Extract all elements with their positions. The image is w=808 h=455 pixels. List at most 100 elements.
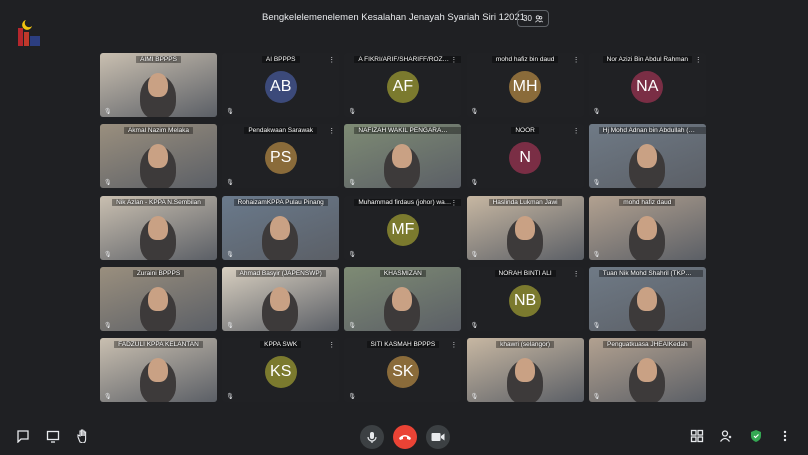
participant-name: Zuraini BPPPS	[100, 269, 217, 277]
more-options-button[interactable]	[774, 425, 796, 447]
participant-count: 30	[523, 14, 532, 23]
mic-muted-icon: 🎙︎	[104, 322, 112, 329]
hangup-icon	[399, 435, 411, 440]
participant-avatar: N	[509, 142, 542, 175]
more-vert-icon[interactable]: ⋮	[328, 341, 335, 349]
participant-count-badge[interactable]: 30	[517, 10, 549, 27]
participant-name: NOOR	[467, 127, 584, 135]
participant-name-text: Zuraini BPPPS	[132, 269, 185, 277]
participant-name-text: Hj Mohd Adnan bin Abdullah (JHEA...	[598, 127, 706, 135]
camera-button[interactable]	[426, 425, 450, 449]
chat-button[interactable]	[12, 425, 34, 447]
more-vert-icon[interactable]: ⋮	[450, 199, 457, 207]
participant-tile[interactable]: Nik Azlan - KPPA N.Sembilan 🎙︎	[100, 195, 217, 260]
mic-muted-icon: 🎙︎	[592, 322, 601, 329]
participant-tile[interactable]: Tuan Nik Mohd Shahril (TKPS JP 🎙︎	[588, 266, 706, 331]
participant-tile[interactable]: Haslinda Lukman Jawi 🎙︎	[466, 195, 584, 260]
participant-tile[interactable]: RohaizamKPPA Pulau Pinang 🎙︎	[222, 195, 340, 260]
participant-tile[interactable]: AB AI BPPPS ⋮ 🎙︎	[222, 53, 340, 117]
participant-tile[interactable]: FADZULI KPPA KELANTAN 🎙︎	[100, 338, 217, 403]
participant-avatar: KS	[264, 356, 297, 389]
participant-avatar: PS	[264, 142, 297, 175]
participant-avatar: AF	[386, 71, 419, 103]
mic-muted-icon: 🎙︎	[470, 322, 479, 329]
participant-tile[interactable]: KHASMIZAN 🎙︎	[344, 266, 462, 331]
participant-tile[interactable]: PS Pendakwaan Sarawak ⋮ 🎙︎	[222, 124, 340, 189]
participant-name-text: NAFIZAH WAKIL PENGARAH BPP...	[354, 127, 462, 135]
mic-muted-icon: 🎙︎	[348, 251, 357, 258]
participant-name: Penguatkuasa JHEAIKedah	[589, 341, 706, 349]
participant-name: AIMI BPPPS	[100, 56, 217, 63]
participant-tile[interactable]: NA Nor Azizi Bin Abdul Rahman ⋮ 🎙︎	[588, 53, 706, 117]
participant-name: Nor Azizi Bin Abdul Rahman	[589, 56, 706, 63]
participant-tile[interactable]: KS KPPA SWK ⋮ 🎙︎	[222, 338, 340, 403]
more-vert-icon[interactable]: ⋮	[328, 127, 335, 135]
participant-name: khawri (selangor)	[467, 341, 584, 349]
participant-name: Hj Mohd Adnan bin Abdullah (JHEA...	[589, 127, 706, 135]
shield-icon	[751, 430, 761, 442]
present-screen-icon	[46, 430, 60, 443]
mic-muted-icon: 🎙︎	[592, 394, 601, 401]
participant-tile[interactable]: Akmal Nazim Melaka 🎙︎	[100, 124, 217, 189]
participant-tile[interactable]: SK SITI KASMAH BPPPS ⋮ 🎙︎	[344, 338, 462, 403]
mic-muted-icon: 🎙︎	[104, 251, 112, 258]
participant-avatar: NB	[509, 284, 542, 317]
participant-name-text: SITI KASMAH BPPPS	[366, 341, 440, 349]
participant-tile[interactable]: N NOOR ⋮ 🎙︎	[466, 124, 584, 189]
participant-name-text: khawri (selangor)	[496, 341, 555, 349]
participant-tile[interactable]: Zuraini BPPPS 🎙︎	[100, 266, 217, 331]
mic-muted-icon: 🎙︎	[470, 109, 479, 115]
more-vert-icon[interactable]: ⋮	[450, 56, 457, 64]
mic-button[interactable]	[360, 425, 384, 449]
participant-avatar: MH	[509, 71, 542, 103]
participant-avatar: SK	[386, 356, 419, 389]
participant-tile[interactable]: MH mohd hafiz bin daud ⋮ 🎙︎	[466, 53, 584, 117]
participant-name: mohd hafiz bin daud	[467, 56, 584, 63]
participant-name: Ahmad Basyir (JAPENSWP)	[222, 269, 339, 277]
participant-name: NORAH BINTI ALI	[467, 269, 584, 277]
participant-tile[interactable]: MF Muhammad firdaus (johor) wakil kppa ⋮ 🎙︎	[344, 195, 462, 260]
participant-tile[interactable]: Hj Mohd Adnan bin Abdullah (JHEA... 🎙︎	[588, 124, 706, 189]
participant-name-text: A FIKRI/ARIF/SHARIFF/ROZAINA ...	[354, 56, 462, 63]
participant-name-text: AIMI BPPPS	[136, 56, 181, 63]
participant-tile[interactable]: khawri (selangor) 🎙︎	[466, 338, 584, 403]
participant-tile[interactable]: NB NORAH BINTI ALI ⋮ 🎙︎	[466, 266, 584, 331]
participant-name-text: Nor Azizi Bin Abdul Rahman	[602, 56, 692, 63]
participants-button[interactable]	[715, 425, 737, 447]
mic-muted-icon: 🎙︎	[226, 109, 234, 115]
participant-name: FADZULI KPPA KELANTAN	[100, 341, 217, 349]
raise-hand-button[interactable]	[72, 425, 94, 447]
more-vert-icon[interactable]: ⋮	[573, 127, 580, 135]
more-vert-icon[interactable]: ⋮	[450, 341, 457, 349]
more-vert-icon[interactable]: ⋮	[573, 270, 580, 278]
participant-name: Tuan Nik Mohd Shahril (TKPS JP	[589, 269, 706, 277]
participant-name-text: mohd hafiz daud	[619, 198, 676, 206]
more-vert-icon[interactable]: ⋮	[695, 56, 702, 64]
participant-tile[interactable]: NAFIZAH WAKIL PENGARAH BPP... 🎙︎	[344, 124, 462, 189]
more-vert-icon[interactable]: ⋮	[328, 56, 335, 64]
participant-tile[interactable]: AIMI BPPPS 🎙︎	[100, 53, 217, 117]
mic-muted-icon: 🎙︎	[470, 251, 479, 258]
participant-name-text: Haslinda Lukman Jawi	[488, 198, 562, 206]
participant-tile[interactable]: AF A FIKRI/ARIF/SHARIFF/ROZAINA ... ⋮ 🎙︎	[344, 53, 462, 117]
participant-name: KHASMIZAN	[344, 269, 461, 277]
participant-name: A FIKRI/ARIF/SHARIFF/ROZAINA ...	[344, 56, 462, 63]
mic-muted-icon: 🎙︎	[226, 394, 234, 401]
participant-name-text: KPPA SWK	[260, 341, 302, 349]
participant-tile[interactable]: Penguatkuasa JHEAIKedah 🎙︎	[588, 338, 706, 403]
mic-muted-icon: 🎙︎	[470, 394, 479, 401]
mic-muted-icon: 🎙︎	[104, 109, 112, 115]
participant-tile[interactable]: mohd hafiz daud 🎙︎	[588, 195, 706, 260]
more-vert-icon[interactable]: ⋮	[573, 56, 580, 64]
mic-muted-icon: 🎙︎	[226, 251, 234, 258]
participant-tile[interactable]: Ahmad Basyir (JAPENSWP) 🎙︎	[222, 266, 340, 331]
layout-button[interactable]	[686, 425, 708, 447]
hangup-button[interactable]	[393, 425, 417, 449]
mic-muted-icon: 🎙︎	[348, 322, 357, 329]
top-bar: Bengkelelemenelemen Kesalahan Jenayah Sy…	[0, 0, 808, 46]
present-button[interactable]	[42, 425, 64, 447]
participant-name-text: mohd hafiz bin daud	[491, 56, 559, 63]
host-controls-button[interactable]	[745, 425, 767, 447]
participant-name-text: AI BPPPS	[261, 56, 300, 63]
participant-name: Akmal Nazim Melaka	[100, 127, 217, 135]
